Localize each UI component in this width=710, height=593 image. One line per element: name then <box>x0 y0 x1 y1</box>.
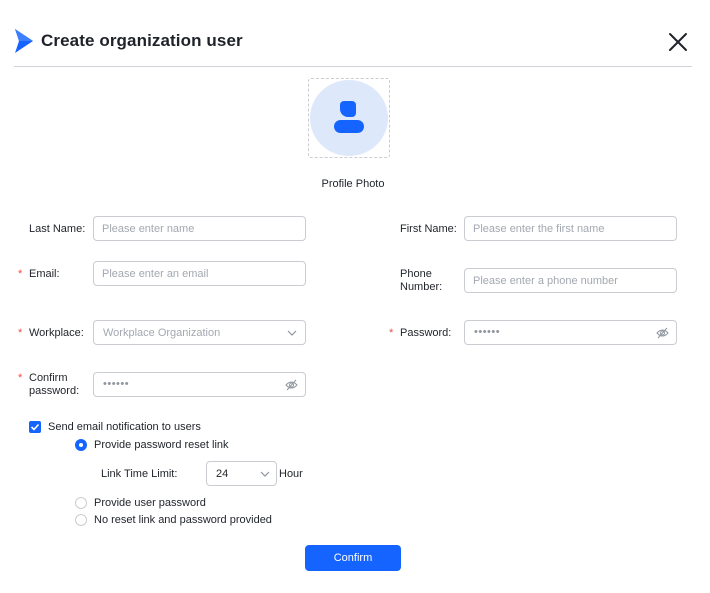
confirm-password-input[interactable]: •••••• <box>93 372 306 397</box>
radio-user-password[interactable] <box>75 497 87 509</box>
link-time-select[interactable]: 24 <box>206 461 277 486</box>
radio-user-password-label: Provide user password <box>94 497 206 509</box>
confirm-button[interactable]: Confirm <box>305 545 401 571</box>
link-time-limit-label: Link Time Limit: <box>101 468 178 480</box>
email-required-mark: * <box>18 268 23 280</box>
chevron-down-icon <box>287 330 297 336</box>
first-name-input[interactable] <box>464 216 677 241</box>
password-label: Password: <box>400 327 452 339</box>
password-value: •••••• <box>474 326 501 338</box>
phone-label-line2: Number: <box>400 281 443 293</box>
dialog-title: Create organization user <box>41 31 243 50</box>
check-icon <box>30 423 40 431</box>
eye-off-icon[interactable] <box>285 379 298 391</box>
profile-photo-label: Profile Photo <box>321 178 385 190</box>
workplace-label: Workplace: <box>29 327 84 339</box>
phone-label-line1: Phone <box>400 268 432 280</box>
last-name-label: Last Name: <box>29 223 86 235</box>
confirm-password-label-line2: password: <box>29 385 80 397</box>
radio-no-reset-label: No reset link and password provided <box>94 514 272 526</box>
phone-input[interactable] <box>464 268 677 293</box>
confirm-password-required-mark: * <box>18 372 23 384</box>
workplace-select-value: Workplace Organization <box>103 327 221 339</box>
user-icon <box>334 101 364 133</box>
first-name-label: First Name: <box>400 223 457 235</box>
confirm-password-label-line1: Confirm <box>29 372 68 384</box>
profile-photo-upload[interactable] <box>308 78 390 158</box>
brand-logo-icon <box>15 29 33 53</box>
radio-reset-link-label: Provide password reset link <box>94 439 229 451</box>
close-icon[interactable] <box>667 31 689 53</box>
email-label: Email: <box>29 268 60 280</box>
eye-off-icon[interactable] <box>656 327 669 339</box>
link-time-unit: Hour <box>279 468 303 480</box>
radio-reset-link[interactable] <box>75 439 87 451</box>
password-required-mark: * <box>389 327 394 339</box>
email-input[interactable] <box>93 261 306 286</box>
send-email-label: Send email notification to users <box>48 421 201 433</box>
avatar <box>310 80 388 156</box>
confirm-password-value: •••••• <box>103 378 130 390</box>
workplace-required-mark: * <box>18 327 23 339</box>
password-input[interactable]: •••••• <box>464 320 677 345</box>
header-divider <box>14 66 692 67</box>
workplace-select[interactable]: Workplace Organization <box>93 320 306 345</box>
last-name-input[interactable] <box>93 216 306 241</box>
link-time-value: 24 <box>216 468 229 480</box>
radio-no-reset[interactable] <box>75 514 87 526</box>
chevron-down-icon <box>260 471 270 477</box>
send-email-checkbox[interactable] <box>29 421 41 433</box>
